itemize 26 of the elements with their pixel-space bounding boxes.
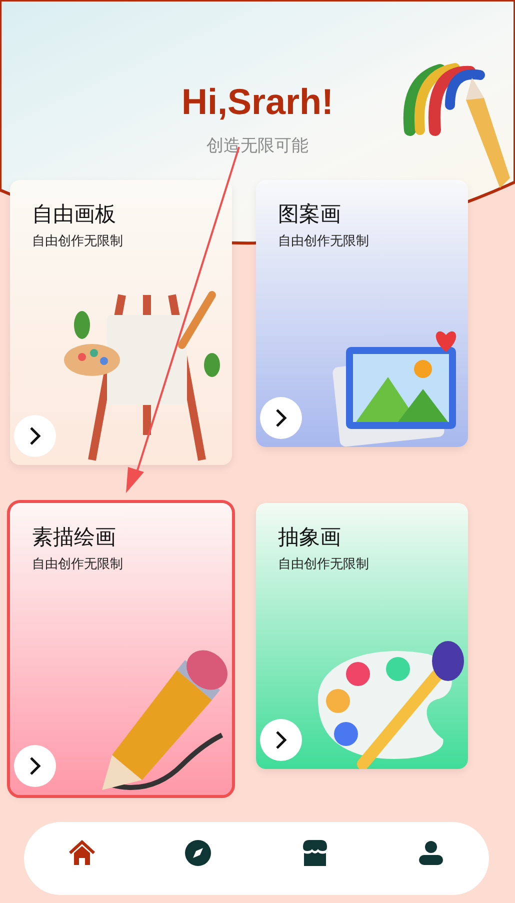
card-subtitle: 自由创作无限制 xyxy=(278,233,370,250)
card-subtitle: 自由创作无限制 xyxy=(278,556,370,573)
greeting-title: Hi,Srarh! xyxy=(181,80,334,124)
chevron-right-icon xyxy=(275,730,287,750)
next-button[interactable] xyxy=(14,415,56,457)
store-icon xyxy=(300,838,329,866)
card-subtitle: 自由创作无限制 xyxy=(32,556,124,573)
chevron-right-icon xyxy=(275,408,287,428)
home-icon xyxy=(69,840,96,866)
chevron-right-icon xyxy=(29,756,41,776)
category-card[interactable]: 抽象画 自由创作无限制 xyxy=(256,503,468,769)
card-title: 抽象画 xyxy=(278,524,342,551)
card-title: 自由画板 xyxy=(32,201,117,228)
category-card[interactable]: 图案画 自由创作无限制 xyxy=(256,180,468,447)
card-subtitle: 自由创作无限制 xyxy=(32,233,124,250)
card-title: 图案画 xyxy=(278,201,342,228)
user-icon xyxy=(418,840,444,866)
next-button[interactable] xyxy=(260,719,302,761)
compass-icon xyxy=(185,840,212,866)
next-button[interactable] xyxy=(260,397,302,439)
chevron-right-icon xyxy=(29,426,41,446)
category-card[interactable]: 素描绘画 自由创作无限制 xyxy=(10,503,232,795)
category-card[interactable]: 自由画板 自由创作无限制 xyxy=(10,180,232,465)
subtitle: 创造无限可能 xyxy=(206,135,308,157)
next-button[interactable] xyxy=(14,745,56,787)
card-title: 素描绘画 xyxy=(32,524,117,551)
